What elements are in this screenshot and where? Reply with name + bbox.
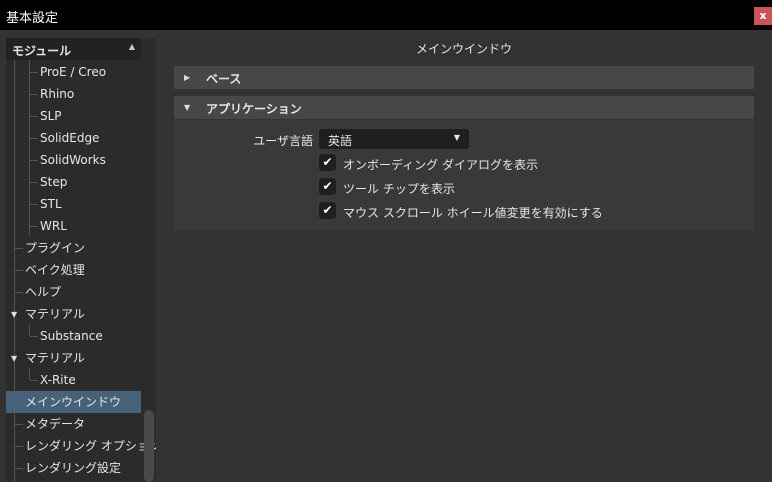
section-label: ベース bbox=[206, 72, 242, 86]
expand-down-icon[interactable]: ▼ bbox=[11, 310, 17, 319]
scroll-wheel-checkbox[interactable]: ✔ bbox=[319, 202, 336, 219]
section-base[interactable]: ▶ ベース bbox=[174, 66, 754, 89]
tree-connector bbox=[15, 446, 23, 447]
tree-item[interactable]: マテリアル bbox=[25, 347, 85, 369]
tree-connector bbox=[30, 94, 38, 95]
tree-item[interactable]: X-Rite bbox=[40, 369, 76, 391]
tree-connector bbox=[30, 380, 38, 381]
application-panel: ユーザ言語 英語 ▼ ✔ オンボーディング ダイアログを表示 ✔ ツール チップを… bbox=[174, 120, 754, 230]
sidebar-tree: モジュール ▲ ProE / Creo Rhino SLP SolidEdge Solid… bbox=[6, 38, 156, 482]
collapse-up-icon[interactable]: ▲ bbox=[129, 42, 135, 51]
tree-item[interactable]: マテリアル bbox=[25, 303, 85, 325]
tree-item[interactable]: レンダリング オプション bbox=[25, 435, 156, 457]
tree-connector bbox=[30, 182, 38, 183]
tree-item[interactable]: メインウインドウ bbox=[6, 391, 141, 413]
expand-right-icon: ▶ bbox=[184, 73, 191, 82]
tree-connector bbox=[15, 424, 23, 425]
collapse-down-icon: ▼ bbox=[184, 103, 191, 112]
language-select[interactable]: 英語 ▼ bbox=[319, 129, 469, 149]
tree-connector bbox=[30, 116, 38, 117]
tree-header-label: モジュール bbox=[12, 44, 72, 58]
tree-connector bbox=[30, 72, 38, 73]
tree-header-modules[interactable]: モジュール ▲ bbox=[6, 38, 141, 60]
title-bar: 基本設定 x bbox=[0, 0, 772, 30]
tree-item[interactable]: Rhino bbox=[40, 83, 74, 105]
tree-connector bbox=[15, 270, 23, 271]
tree-item[interactable]: プラグイン bbox=[25, 237, 85, 259]
tree-connector bbox=[15, 468, 23, 469]
close-button[interactable]: x bbox=[754, 7, 772, 25]
language-value: 英語 bbox=[328, 134, 353, 148]
tree-connector bbox=[30, 138, 38, 139]
tree-item[interactable]: SolidWorks bbox=[40, 149, 106, 171]
tree-guide bbox=[29, 60, 30, 236]
tree-item[interactable]: ベイク処理 bbox=[25, 259, 85, 281]
scrollbar[interactable] bbox=[144, 410, 154, 482]
tree-item[interactable]: Step bbox=[40, 171, 67, 193]
tree-item[interactable]: ヘルプ bbox=[25, 281, 61, 303]
scroll-wheel-label: マウス スクロール ホイール値変更を有効にする bbox=[343, 206, 603, 220]
tree-item[interactable]: SolidEdge bbox=[40, 127, 99, 149]
tree-item[interactable]: STL bbox=[40, 193, 62, 215]
tree-connector bbox=[15, 248, 23, 249]
tree-item[interactable]: レンダリング設定 bbox=[25, 457, 121, 479]
tooltips-label: ツール チップを表示 bbox=[343, 182, 455, 196]
tree-connector bbox=[30, 160, 38, 161]
language-label: ユーザ言語 bbox=[253, 134, 313, 148]
section-label: アプリケーション bbox=[206, 102, 302, 116]
tree-connector bbox=[15, 292, 23, 293]
tree-item[interactable]: Substance bbox=[40, 325, 103, 347]
tree-item[interactable]: ProE / Creo bbox=[40, 61, 106, 83]
chevron-down-icon: ▼ bbox=[453, 133, 460, 142]
tree-item[interactable]: SLP bbox=[40, 105, 62, 127]
section-application[interactable]: ▼ アプリケーション bbox=[174, 96, 754, 119]
tree-guide bbox=[29, 368, 30, 380]
tree-connector bbox=[30, 226, 38, 227]
tooltips-checkbox[interactable]: ✔ bbox=[319, 178, 336, 195]
tree-connector bbox=[30, 336, 38, 337]
tree-item[interactable]: WRL bbox=[40, 215, 67, 237]
tree-connector bbox=[30, 204, 38, 205]
onboarding-label: オンボーディング ダイアログを表示 bbox=[343, 158, 538, 172]
tree-item[interactable]: メタデータ bbox=[25, 413, 85, 435]
onboarding-checkbox[interactable]: ✔ bbox=[319, 154, 336, 171]
window-title: 基本設定 bbox=[6, 11, 59, 26]
expand-down-icon[interactable]: ▼ bbox=[11, 354, 17, 363]
tree-guide bbox=[14, 60, 15, 482]
page-title: メインウインドウ bbox=[415, 42, 512, 56]
tree-guide bbox=[29, 324, 30, 336]
